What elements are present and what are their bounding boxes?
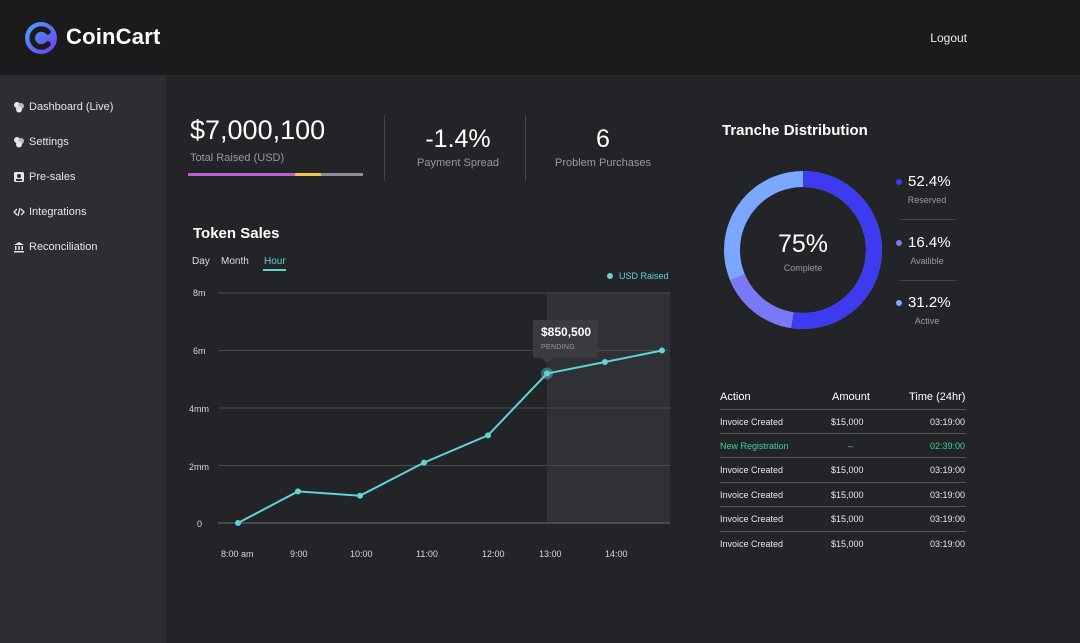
sidebar-item-label: Pre-sales bbox=[29, 171, 76, 183]
tranche-label: Active bbox=[914, 316, 940, 326]
tranche-label: Availible bbox=[910, 256, 944, 266]
tooltip-value: $850,500 bbox=[541, 325, 592, 339]
cell-time: 03:19:00 bbox=[930, 490, 966, 500]
sidebar: Dashboard (Live) Settings Pre-sales Inte… bbox=[0, 75, 166, 643]
tranche-title: Tranche Distribution bbox=[722, 122, 868, 139]
sidebar-item-dashboard[interactable]: Dashboard (Live) bbox=[13, 101, 113, 113]
x-tick-label: 11:00 bbox=[416, 549, 438, 559]
tranche-value: 16.4% bbox=[908, 234, 951, 251]
presales-icon bbox=[14, 172, 24, 182]
status-dot bbox=[896, 239, 902, 246]
x-tick-label: 12:00 bbox=[482, 549, 505, 559]
table-header-action: Action bbox=[720, 391, 751, 403]
cell-time: 02:39:00 bbox=[930, 441, 966, 451]
table-row[interactable]: Invoice Created $15,000 03:19:00 bbox=[720, 531, 966, 556]
cell-action: Invoice Created bbox=[720, 514, 784, 524]
table-row[interactable]: New Registration – 02:39:00 bbox=[720, 433, 966, 458]
data-point[interactable] bbox=[544, 370, 550, 377]
data-point[interactable] bbox=[295, 488, 301, 495]
cell-amount: $15,000 bbox=[831, 539, 864, 549]
x-tick-label: 10:00 bbox=[350, 549, 373, 559]
cell-action: Invoice Created bbox=[720, 539, 784, 549]
bank-icon bbox=[14, 242, 24, 253]
table-row[interactable]: Invoice Created $15,000 03:19:00 bbox=[720, 409, 966, 434]
cell-action: Invoice Created bbox=[720, 490, 784, 500]
data-point[interactable] bbox=[421, 459, 427, 466]
sidebar-item-reconciliation[interactable]: Reconciliation bbox=[13, 241, 97, 253]
token-sales-chart bbox=[218, 292, 670, 526]
chart-tooltip: $850,500 PENDING bbox=[533, 320, 598, 358]
cell-time: 03:19:00 bbox=[930, 465, 966, 475]
sidebar-item-integrations[interactable]: Integrations bbox=[13, 206, 86, 218]
table-row[interactable]: Invoice Created $15,000 03:19:00 bbox=[720, 506, 966, 531]
logout-button[interactable]: Logout bbox=[930, 31, 967, 45]
cell-time: 03:19:00 bbox=[930, 417, 966, 427]
cell-amount: $15,000 bbox=[831, 465, 864, 475]
cell-amount: – bbox=[848, 441, 854, 451]
donut-center-label: Complete bbox=[783, 263, 823, 273]
dashboard-icon bbox=[14, 102, 24, 113]
cell-time: 03:19:00 bbox=[930, 514, 966, 524]
data-point[interactable] bbox=[235, 520, 241, 526]
data-point[interactable] bbox=[485, 432, 491, 439]
data-point[interactable] bbox=[357, 492, 363, 499]
sidebar-item-label: Settings bbox=[29, 136, 69, 148]
coincart-logo-icon bbox=[25, 22, 57, 54]
tooltip-status: PENDING bbox=[541, 344, 575, 351]
table-header-time: Time (24hr) bbox=[909, 391, 966, 403]
sidebar-item-settings[interactable]: Settings bbox=[13, 136, 69, 148]
donut-center: 75% Complete bbox=[723, 230, 883, 273]
tranche-item-active: 31.2% Active bbox=[896, 294, 958, 326]
top-bar: CoinCart Logout bbox=[0, 0, 1080, 75]
cell-action: New Registration bbox=[720, 441, 789, 451]
code-icon bbox=[13, 207, 25, 217]
x-tick-label: 14:00 bbox=[605, 549, 628, 559]
tranche-value: 52.4% bbox=[908, 173, 951, 190]
status-dot bbox=[896, 178, 902, 185]
cell-action: Invoice Created bbox=[720, 417, 784, 427]
brand-name: CoinCart bbox=[66, 24, 161, 49]
x-tick-label: 9:00 bbox=[290, 549, 308, 559]
data-point[interactable] bbox=[602, 359, 608, 365]
x-tick-label: 8:00 am bbox=[221, 549, 254, 559]
tranche-label: Reserved bbox=[907, 195, 947, 205]
tranche-item-available: 16.4% Availible bbox=[896, 234, 958, 266]
tranche-value: 31.2% bbox=[908, 294, 951, 311]
sidebar-item-label: Reconciliation bbox=[29, 241, 98, 253]
table-row[interactable]: Invoice Created $15,000 03:19:00 bbox=[720, 482, 966, 507]
tooltip-arrow bbox=[542, 358, 552, 363]
sidebar-item-presales[interactable]: Pre-sales bbox=[13, 171, 75, 183]
cell-amount: $15,000 bbox=[831, 514, 864, 524]
data-point[interactable] bbox=[659, 347, 665, 354]
x-tick-label: 13:00 bbox=[539, 549, 562, 559]
donut-center-value: 75% bbox=[777, 230, 829, 258]
sidebar-item-label: Dashboard (Live) bbox=[29, 101, 114, 113]
divider bbox=[900, 280, 956, 281]
cell-action: Invoice Created bbox=[720, 465, 784, 475]
table-row[interactable]: Invoice Created $15,000 03:19:00 bbox=[720, 457, 966, 482]
cell-amount: $15,000 bbox=[831, 490, 864, 500]
sidebar-item-label: Integrations bbox=[29, 206, 87, 218]
main-content: $7,000,100 Total Raised (USD) -1.4% Paym… bbox=[166, 75, 1080, 643]
table-header-amount: Amount bbox=[832, 391, 870, 403]
settings-icon bbox=[14, 137, 24, 148]
divider bbox=[900, 219, 956, 220]
status-dot bbox=[896, 299, 902, 306]
cell-amount: $15,000 bbox=[831, 417, 864, 427]
tranche-item-reserved: 52.4% Reserved bbox=[896, 173, 958, 205]
cell-time: 03:19:00 bbox=[930, 539, 966, 549]
